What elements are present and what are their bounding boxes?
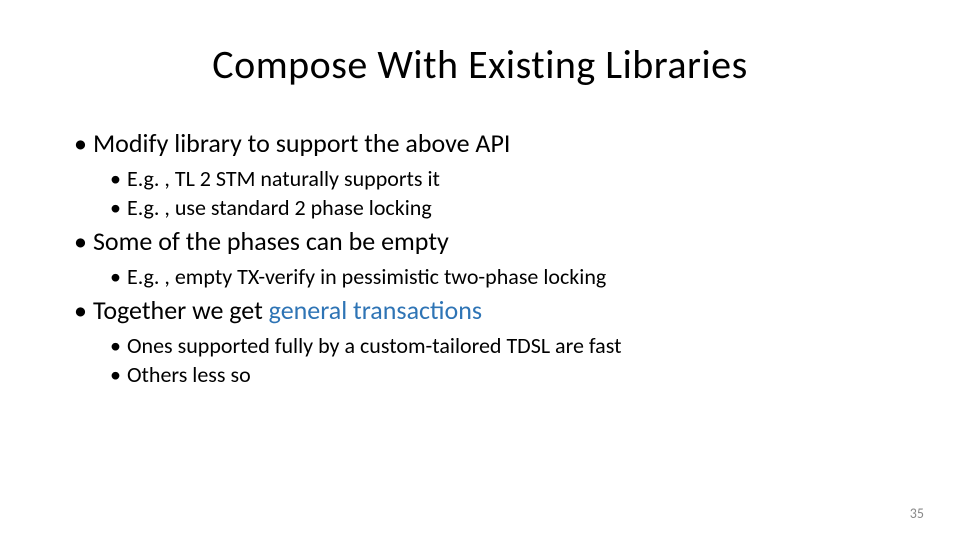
bullet-level1: •Some of the phases can be empty xyxy=(70,225,890,257)
bullet-level1: •Together we get general transactions xyxy=(70,294,890,326)
highlight-text: general transactions xyxy=(269,294,482,326)
bullet-marker: • xyxy=(110,263,121,290)
bullet-marker: • xyxy=(110,194,121,221)
slide-container: Compose With Existing Libraries •Modify … xyxy=(0,0,960,410)
bullet-marker: • xyxy=(110,165,121,192)
bullet-level2: •E.g. , use standard 2 phase locking xyxy=(106,194,890,221)
slide-title: Compose With Existing Libraries xyxy=(70,40,890,89)
bullet-text: E.g. , TL 2 STM naturally supports it xyxy=(127,165,440,192)
bullet-text: Together we get xyxy=(93,294,269,326)
bullet-level2: •E.g. , TL 2 STM naturally supports it xyxy=(106,165,890,192)
bullet-marker: • xyxy=(74,225,87,257)
bullet-level1: •Modify library to support the above API xyxy=(70,127,890,159)
bullet-marker: • xyxy=(74,294,87,326)
bullet-text: Some of the phases can be empty xyxy=(93,225,449,257)
bullet-text: Modify library to support the above API xyxy=(93,127,510,159)
bullet-text: Others less so xyxy=(127,361,251,388)
bullet-marker: • xyxy=(74,127,87,159)
bullet-text: Ones supported fully by a custom-tailore… xyxy=(127,332,621,359)
bullet-text: E.g. , empty TX-verify in pessimistic tw… xyxy=(127,263,606,290)
bullet-level2: •Others less so xyxy=(106,361,890,388)
bullet-level2: •E.g. , empty TX-verify in pessimistic t… xyxy=(106,263,890,290)
page-number: 35 xyxy=(910,505,924,522)
bullet-marker: • xyxy=(110,361,121,388)
bullet-text: E.g. , use standard 2 phase locking xyxy=(127,194,432,221)
slide-body: •Modify library to support the above API… xyxy=(70,127,890,388)
bullet-marker: • xyxy=(110,332,121,359)
bullet-level2: •Ones supported fully by a custom-tailor… xyxy=(106,332,890,359)
